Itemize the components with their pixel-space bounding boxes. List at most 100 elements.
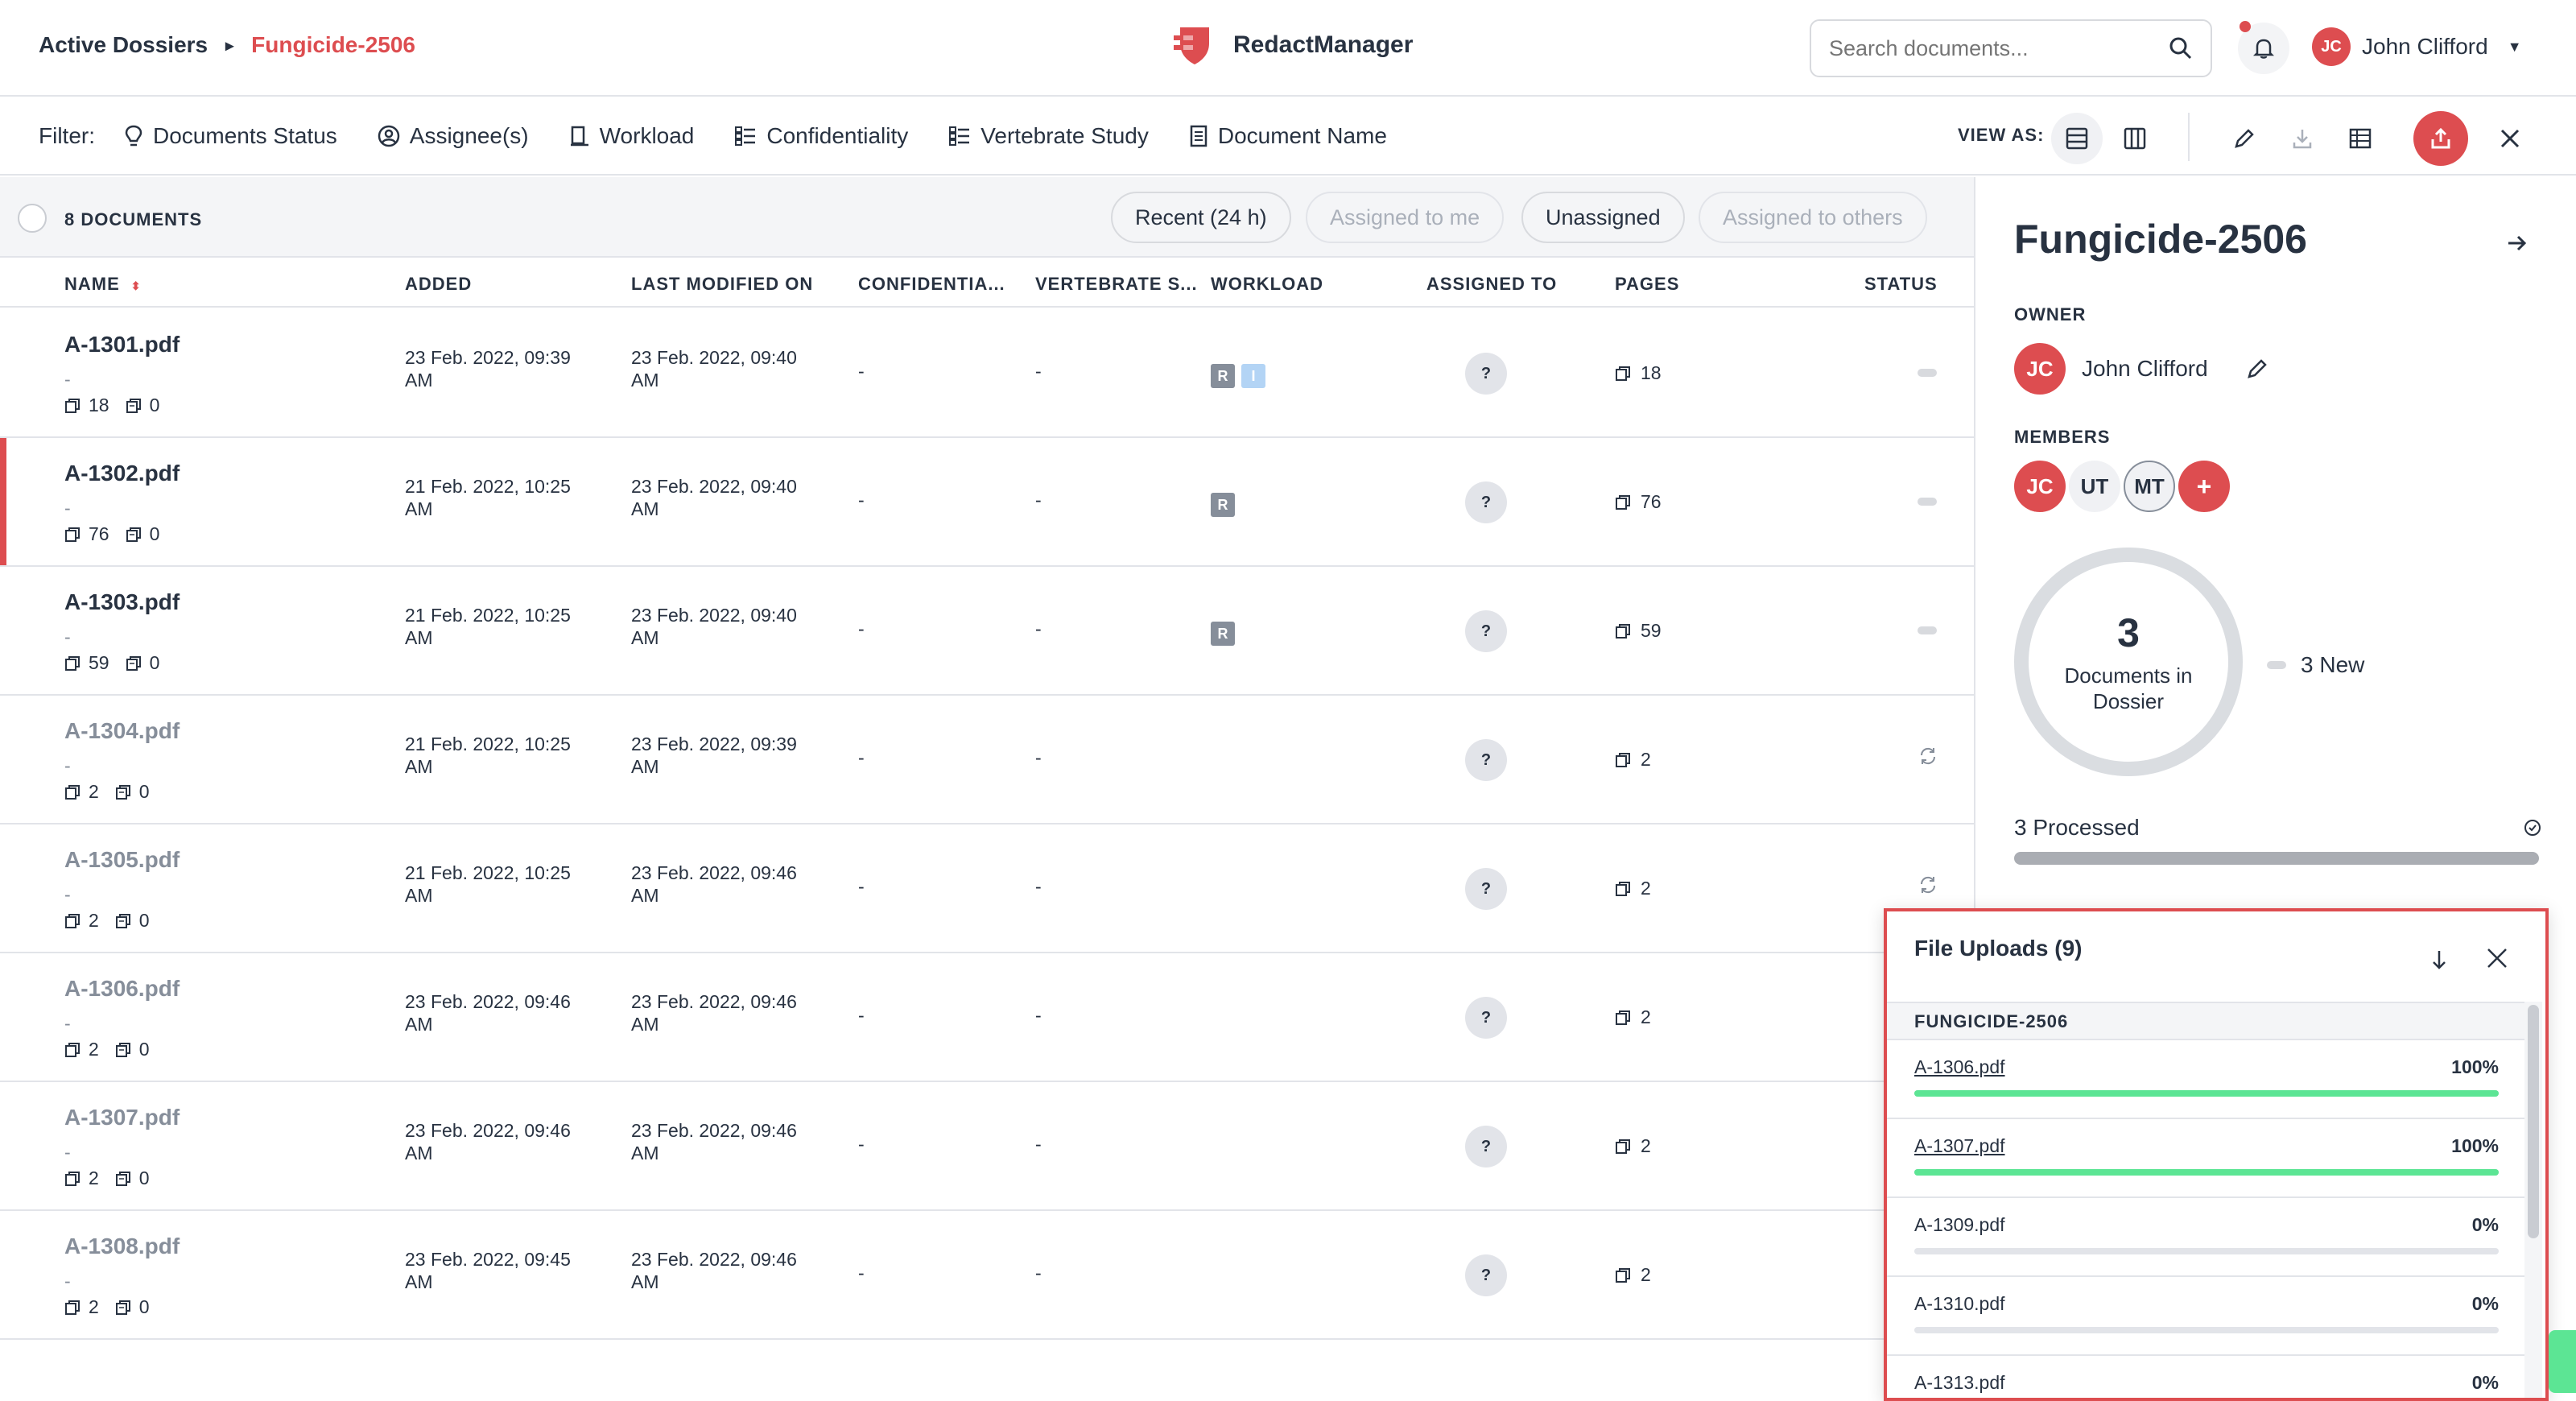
- select-all-checkbox[interactable]: [18, 204, 47, 233]
- col-name[interactable]: NAME ⬍: [64, 274, 142, 295]
- chip-recent[interactable]: Recent (24 h): [1111, 192, 1291, 243]
- col-confidentiality[interactable]: CONFIDENTIA...: [858, 274, 1005, 295]
- table-row[interactable]: A-1301.pdf -18 0 23 Feb. 2022, 09:39 AM 23 F…: [0, 309, 1974, 438]
- minimize-uploads-button[interactable]: [2413, 934, 2465, 986]
- col-pages[interactable]: PAGES: [1615, 274, 1679, 295]
- assignee-avatar[interactable]: ?: [1465, 868, 1507, 910]
- col-assigned[interactable]: ASSIGNED TO: [1426, 274, 1557, 295]
- chip-unassigned[interactable]: Unassigned: [1521, 192, 1685, 243]
- add-member-button[interactable]: +: [2178, 461, 2230, 512]
- upload-button[interactable]: [2413, 111, 2468, 166]
- file-name[interactable]: A-1304.pdf: [64, 718, 180, 744]
- user-menu[interactable]: JC John Clifford ▼: [2312, 27, 2522, 66]
- edit-button[interactable]: [2219, 113, 2270, 164]
- assignee-avatar[interactable]: ?: [1465, 353, 1507, 395]
- file-subtitle: -: [64, 755, 71, 776]
- added-date: 23 Feb. 2022, 09:39 AM: [405, 347, 571, 391]
- table-row[interactable]: A-1306.pdf -2 0 23 Feb. 2022, 09:46 AM 23 Fe…: [0, 953, 1974, 1082]
- chip-assigned-to-others[interactable]: Assigned to others: [1699, 192, 1927, 243]
- table-row[interactable]: A-1307.pdf -2 0 23 Feb. 2022, 09:46 AM 23 Fe…: [0, 1082, 1974, 1211]
- col-modified[interactable]: LAST MODIFIED ON: [631, 274, 813, 295]
- pages-count: 76: [1615, 491, 1662, 513]
- assignee-avatar[interactable]: ?: [1465, 997, 1507, 1039]
- breadcrumb-root[interactable]: Active Dossiers: [39, 32, 208, 58]
- status-cell: [1918, 359, 1937, 377]
- modified-date: 23 Feb. 2022, 09:40 AM: [631, 476, 797, 519]
- pages-count-value: 2: [1641, 1264, 1651, 1285]
- close-button[interactable]: [2484, 113, 2536, 164]
- col-vertebrate[interactable]: VERTEBRATE S...: [1035, 274, 1198, 295]
- assignee-avatar[interactable]: ?: [1465, 610, 1507, 652]
- board-view-button[interactable]: [2109, 113, 2161, 164]
- pencil-icon[interactable]: [2245, 357, 2269, 381]
- upload-progress-fill: [1914, 1090, 2499, 1097]
- file-name[interactable]: A-1305.pdf: [64, 847, 180, 873]
- upload-file-name[interactable]: A-1307.pdf: [1914, 1135, 2005, 1157]
- app-logo[interactable]: RedactManager: [1172, 23, 1413, 68]
- filter-assignees[interactable]: Assignee(s): [378, 123, 529, 149]
- col-added[interactable]: ADDED: [405, 274, 472, 295]
- breadcrumb: Active Dossiers ▸ Fungicide-2506: [39, 32, 415, 58]
- assignee-avatar[interactable]: ?: [1465, 1254, 1507, 1296]
- list-view-button[interactable]: [2051, 113, 2103, 164]
- pages-icon: [1616, 752, 1630, 767]
- pages-count-value: 2: [1641, 878, 1651, 899]
- filter-documents-status[interactable]: Documents Status: [124, 123, 337, 149]
- assignee-avatar[interactable]: ?: [1465, 1126, 1507, 1168]
- member-avatar[interactable]: MT: [2124, 461, 2175, 512]
- search-box[interactable]: [1810, 19, 2212, 77]
- chip-assigned-to-me[interactable]: Assigned to me: [1306, 192, 1505, 243]
- file-name[interactable]: A-1301.pdf: [64, 332, 180, 357]
- file-name[interactable]: A-1308.pdf: [64, 1234, 180, 1259]
- arrow-right-icon: [2508, 235, 2527, 251]
- member-avatar[interactable]: UT: [2069, 461, 2120, 512]
- table-row[interactable]: A-1305.pdf -2 0 21 Feb. 2022, 10:25 AM 23 Fe…: [0, 824, 1974, 953]
- confidentiality-value: -: [858, 747, 865, 768]
- assignee-avatar[interactable]: ?: [1465, 481, 1507, 523]
- annotations-stat-value: 0: [138, 1039, 150, 1060]
- table-button[interactable]: [2334, 113, 2386, 164]
- file-name[interactable]: A-1303.pdf: [64, 589, 180, 615]
- search-icon[interactable]: [2169, 36, 2193, 60]
- upload-icon: [2431, 127, 2450, 149]
- table-row[interactable]: A-1308.pdf -2 0 23 Feb. 2022, 09:45 AM 23 Fe…: [0, 1211, 1974, 1340]
- member-avatar[interactable]: JC: [2014, 461, 2066, 512]
- pages-icon: [65, 1171, 80, 1186]
- file-stats: 20: [64, 1039, 150, 1060]
- breadcrumb-current[interactable]: Fungicide-2506: [251, 32, 415, 58]
- download-button[interactable]: [2277, 113, 2328, 164]
- pages-stat: 2: [64, 1039, 99, 1060]
- file-subtitle: -: [64, 369, 71, 390]
- pages-icon: [1616, 1010, 1630, 1025]
- file-name[interactable]: A-1302.pdf: [64, 461, 180, 486]
- file-name[interactable]: A-1306.pdf: [64, 976, 180, 1002]
- bell-icon: [2252, 39, 2275, 59]
- annotations-stat-value: 0: [138, 781, 150, 802]
- filter-confidentiality[interactable]: Confidentiality: [734, 123, 908, 149]
- help-widget[interactable]: [2549, 1330, 2576, 1393]
- filter-workload[interactable]: Workload: [569, 123, 694, 149]
- assignee-avatar[interactable]: ?: [1465, 739, 1507, 781]
- filter-label: Filter:: [39, 123, 95, 148]
- annotations-stat-value: 0: [138, 1296, 150, 1317]
- modified-date: 23 Feb. 2022, 09:40 AM: [631, 605, 797, 648]
- close-uploads-button[interactable]: [2471, 932, 2523, 984]
- filter-document-name[interactable]: Document Name: [1189, 123, 1387, 149]
- search-input[interactable]: [1829, 35, 2169, 61]
- col-status[interactable]: STATUS: [1864, 274, 1938, 295]
- collapse-panel-button[interactable]: [2491, 217, 2542, 269]
- table-row[interactable]: A-1302.pdf -76 0 21 Feb. 2022, 10:25 AM 23 F…: [0, 438, 1974, 567]
- table-row[interactable]: A-1304.pdf -2 0 21 Feb. 2022, 10:25 AM 23 Fe…: [0, 696, 1974, 824]
- pages-stat: 2: [64, 1296, 99, 1318]
- sync-icon: [1920, 876, 1936, 894]
- toolbar-divider: [2188, 113, 2190, 161]
- filter-vertebrate-study[interactable]: Vertebrate Study: [948, 123, 1149, 149]
- confidentiality-value: -: [858, 1263, 865, 1283]
- uploads-scrollbar-thumb[interactable]: [2528, 1005, 2539, 1238]
- file-name[interactable]: A-1307.pdf: [64, 1105, 180, 1130]
- added-date: 23 Feb. 2022, 09:45 AM: [405, 1249, 571, 1292]
- workload-badge: R: [1211, 493, 1235, 517]
- vertebrate-value: -: [1035, 1134, 1042, 1155]
- upload-file-name[interactable]: A-1306.pdf: [1914, 1056, 2005, 1078]
- table-row[interactable]: A-1303.pdf -59 0 21 Feb. 2022, 10:25 AM 23 F…: [0, 567, 1974, 696]
